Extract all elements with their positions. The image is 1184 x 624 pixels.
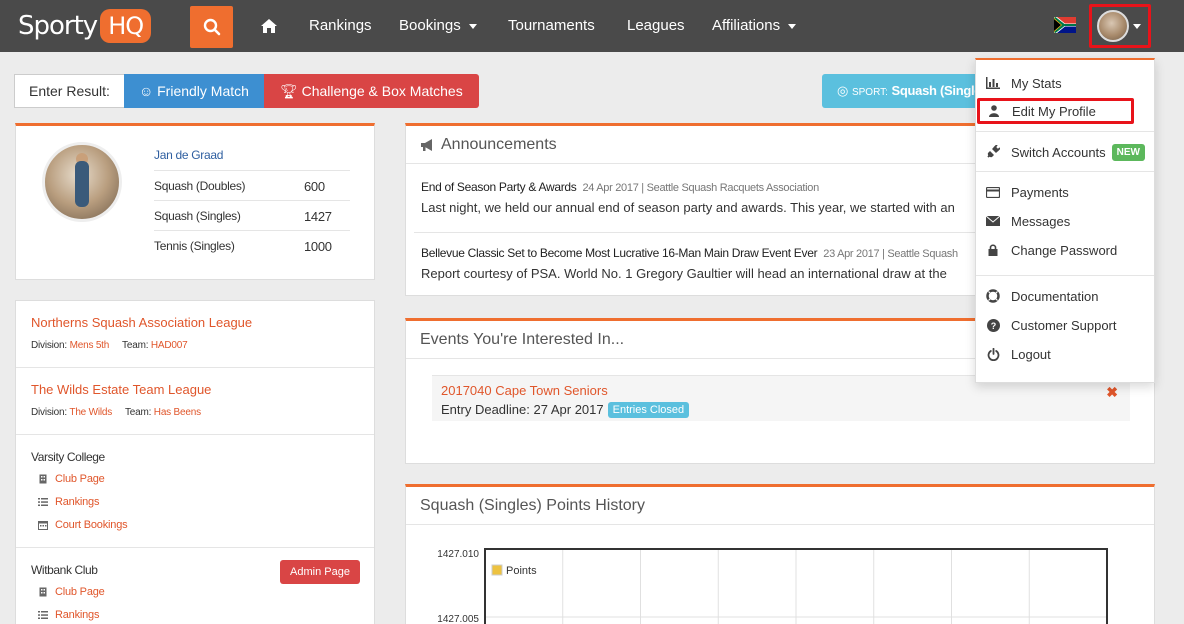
chevron-down-icon xyxy=(1133,23,1141,29)
user-icon xyxy=(987,104,1001,118)
league-link[interactable]: Northerns Squash Association League xyxy=(31,315,252,330)
list-item: The Wilds Estate Team League Division: T… xyxy=(16,368,374,435)
menu-item-documentation[interactable]: Documentation xyxy=(976,283,1154,309)
division-link[interactable]: The Wilds xyxy=(69,407,112,418)
team-link[interactable]: Has Beens xyxy=(154,407,201,418)
announcement-item[interactable]: End of Season Party & Awards 24 Apr 2017 … xyxy=(421,180,975,215)
smile-icon: ☺ xyxy=(138,83,154,99)
league-meta: Division: The Wilds Team: Has Beens xyxy=(31,407,201,418)
close-icon[interactable]: ✖ xyxy=(1106,384,1118,401)
nav-home[interactable] xyxy=(260,0,278,52)
chevron-down-icon xyxy=(788,23,797,29)
brand-hq: HQ xyxy=(100,9,152,43)
events-heading: Events You're Interested In... xyxy=(420,331,625,348)
bar-chart-icon xyxy=(986,76,1000,90)
profile-name[interactable]: Jan de Graad xyxy=(154,148,223,162)
lock-icon xyxy=(986,243,1000,257)
menu-item-edit-profile[interactable]: Edit My Profile xyxy=(977,98,1134,124)
trophy-icon: 🏆︎ xyxy=(279,83,298,99)
menu-item-change-password[interactable]: Change Password xyxy=(976,237,1154,263)
menu-item-payments[interactable]: Payments xyxy=(976,179,1154,205)
chevron-down-icon xyxy=(468,23,477,29)
y-tick-label: 1427.005 xyxy=(437,614,479,624)
profile-panel: Jan de Graad Squash (Doubles) 600 Squash… xyxy=(15,123,375,280)
building-icon xyxy=(39,587,47,597)
league-meta: Division: Mens 5th Team: HAD007 xyxy=(31,340,188,351)
menu-item-messages[interactable]: Messages xyxy=(976,208,1154,234)
legend-swatch xyxy=(491,564,503,576)
menu-item-logout[interactable]: Logout xyxy=(976,341,1154,367)
user-menu-toggle[interactable] xyxy=(1089,4,1151,48)
announcements-panel: Announcements End of Season Party & Awar… xyxy=(405,123,975,296)
admin-page-button[interactable]: Admin Page xyxy=(280,560,360,584)
plug-icon xyxy=(986,145,1000,159)
enter-result-bar: Enter Result: ☺ Friendly Match 🏆︎ Challe… xyxy=(14,74,479,108)
challenge-box-matches-button[interactable]: 🏆︎ Challenge & Box Matches xyxy=(263,74,479,108)
avatar xyxy=(1097,10,1129,42)
list-item: Northerns Squash Association League Divi… xyxy=(16,301,374,368)
home-icon xyxy=(261,19,277,34)
club-page-link[interactable]: Club Page xyxy=(38,473,105,485)
rankings-link[interactable]: Rankings xyxy=(38,496,99,508)
status-badge: Entries Closed xyxy=(607,402,690,418)
y-tick-label: 1427.010 xyxy=(437,549,479,560)
court-bookings-link[interactable]: Court Bookings xyxy=(38,519,128,531)
sport-selector[interactable]: ◎ SPORT: Squash (Singles) xyxy=(822,74,982,108)
menu-item-switch-accounts[interactable]: Switch Accounts NEW xyxy=(976,139,1154,165)
list-item: Varsity College Club Page Rankings Court… xyxy=(16,435,374,548)
search-icon xyxy=(203,18,220,36)
brand-sporty: Sporty xyxy=(18,11,98,41)
chart-legend: Points xyxy=(488,561,562,583)
svg-text:?: ? xyxy=(990,321,996,331)
event-deadline: Entry Deadline: 27 Apr 2017 Entries Close… xyxy=(441,402,690,418)
league-link[interactable]: The Wilds Estate Team League xyxy=(31,382,211,397)
club-name: Witbank Club xyxy=(31,563,98,577)
club-name: Varsity College xyxy=(31,450,105,464)
question-icon: ? xyxy=(986,318,1000,332)
top-navbar: Sporty HQ Rankings Bookings Tournaments … xyxy=(0,0,1184,52)
list-icon xyxy=(38,498,48,506)
announcements-heading: Announcements xyxy=(420,136,557,154)
calendar-icon xyxy=(38,521,48,530)
nav-bookings[interactable]: Bookings xyxy=(399,0,477,52)
south-africa-flag-icon[interactable] xyxy=(1054,17,1076,33)
event-link[interactable]: 2017040 Cape Town Seniors xyxy=(441,383,608,398)
division-link[interactable]: Mens 5th xyxy=(70,340,110,351)
rating-row: Squash (Doubles) 600 xyxy=(154,170,350,200)
nav-leagues[interactable]: Leagues xyxy=(627,0,685,52)
power-icon xyxy=(986,347,1000,361)
announcement-item[interactable]: Bellevue Classic Set to Become Most Lucr… xyxy=(421,246,975,281)
club-page-link[interactable]: Club Page xyxy=(38,586,105,598)
list-item: Witbank Club Admin Page Club Page Rankin… xyxy=(16,548,374,624)
nav-rankings[interactable]: Rankings xyxy=(309,0,372,52)
nav-affiliations[interactable]: Affiliations xyxy=(712,0,797,52)
search-button[interactable] xyxy=(190,6,233,48)
bullhorn-icon xyxy=(421,139,432,151)
points-history-chart: 1427.010 1427.005 Points xyxy=(437,548,1108,624)
life-ring-icon xyxy=(986,289,1000,303)
menu-item-my-stats[interactable]: My Stats xyxy=(976,70,1154,96)
nav-tournaments[interactable]: Tournaments xyxy=(508,0,595,52)
rating-row: Tennis (Singles) 1000 xyxy=(154,230,350,260)
new-badge: NEW xyxy=(1111,143,1145,161)
target-icon: ◎ xyxy=(837,83,849,98)
rating-row: Squash (Singles) 1427 xyxy=(154,200,350,230)
brand-logo[interactable]: Sporty HQ xyxy=(18,9,152,43)
leagues-clubs-panel: Northerns Squash Association League Divi… xyxy=(15,300,375,624)
friendly-match-button[interactable]: ☺ Friendly Match xyxy=(123,74,264,108)
building-icon xyxy=(39,474,47,484)
profile-avatar[interactable] xyxy=(42,142,122,222)
envelope-icon xyxy=(986,214,1000,228)
team-link[interactable]: HAD007 xyxy=(151,340,188,351)
list-icon xyxy=(38,611,48,619)
enter-result-label: Enter Result: xyxy=(14,74,124,108)
menu-item-customer-support[interactable]: ? Customer Support xyxy=(976,312,1154,338)
user-dropdown-menu: My Stats Edit My Profile Switch Accounts… xyxy=(975,58,1155,383)
rankings-link[interactable]: Rankings xyxy=(38,609,99,621)
legend-label: Points xyxy=(506,565,537,577)
credit-card-icon xyxy=(986,185,1000,199)
points-history-panel: Squash (Singles) Points History 1427.010… xyxy=(405,484,1155,624)
